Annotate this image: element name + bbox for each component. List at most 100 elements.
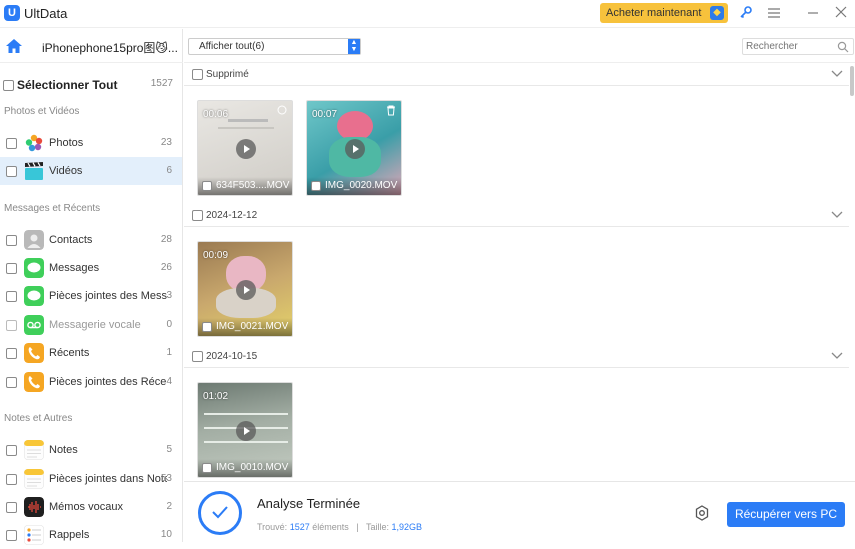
video-caption: IMG_0010.MOV [198, 459, 292, 477]
recents-checkbox[interactable] [6, 348, 17, 359]
sidebar-item-notes-attachments[interactable]: Pièces jointes dans Notes 53 [0, 465, 182, 493]
recover-to-pc-button[interactable]: Récupérer vers PC [727, 502, 845, 527]
thumbnail-content [204, 441, 288, 443]
recents-icon [24, 343, 44, 363]
size-label: Taille: [365, 522, 389, 532]
voicemail-icon [24, 315, 44, 335]
thumbnail-content [218, 127, 274, 129]
contacts-checkbox[interactable] [6, 235, 17, 246]
notes-attachments-checkbox[interactable] [6, 474, 17, 485]
thumbnail-content [204, 413, 288, 415]
sidebar-item-count: 23 [160, 137, 172, 148]
voicemail-checkbox[interactable] [6, 320, 17, 331]
sidebar-item-voicemail[interactable]: Messagerie vocale 0 [0, 311, 182, 339]
notes-checkbox[interactable] [6, 445, 17, 456]
group-checkbox[interactable] [192, 210, 203, 221]
recents-attachments-checkbox[interactable] [6, 377, 17, 388]
video-checkbox[interactable] [202, 322, 212, 332]
found-unit: éléments [312, 522, 349, 532]
chevron-down-icon[interactable] [831, 208, 843, 220]
sidebar-item-recents[interactable]: Récents 1 [0, 339, 182, 367]
sidebar-item-label: Photos [49, 137, 84, 149]
video-duration: 00:09 [203, 250, 229, 261]
minimize-icon[interactable] [804, 5, 822, 23]
message-attachments-checkbox[interactable] [6, 291, 17, 302]
select-all-row[interactable]: Sélectionner Tout 1527 [0, 77, 183, 95]
video-thumbnail[interactable]: 00:09 IMG_0021.MOV [197, 241, 293, 337]
reminders-checkbox[interactable] [6, 530, 17, 541]
sidebar-item-count: 2 [166, 501, 172, 512]
sidebar-item-label: Pièces jointes dans Notes [49, 473, 167, 485]
device-name[interactable]: iPhonephone15pro图😼... [42, 39, 180, 56]
chevron-down-icon[interactable] [831, 349, 843, 361]
voice-memos-icon [24, 497, 44, 517]
sidebar-item-photos[interactable]: Photos 23 [0, 129, 182, 157]
deleted-badge-icon [277, 105, 287, 115]
buy-now-label: Acheter maintenant [606, 7, 702, 19]
video-duration: 00:06 [203, 109, 229, 120]
search-box[interactable] [742, 38, 854, 55]
sidebar-item-count: 1 [166, 347, 172, 358]
sidebar-item-message-attachments[interactable]: Pièces jointes des Messages 3 [0, 282, 182, 310]
chevron-down-icon[interactable] [831, 67, 843, 79]
video-thumbnail[interactable]: 00:07 IMG_0020.MOV [306, 100, 402, 196]
messages-checkbox[interactable] [6, 263, 17, 274]
sidebar-item-reminders[interactable]: Rappels 10 [0, 521, 182, 549]
sidebar-item-count: 3 [166, 290, 172, 301]
home-icon[interactable] [5, 38, 23, 54]
sidebar-item-label: Notes [49, 444, 78, 456]
notes-icon [24, 440, 44, 460]
device-bar: iPhonephone15pro图😼... [0, 29, 183, 63]
video-thumbnail[interactable]: 01:02 IMG_0010.MOV [197, 382, 293, 478]
content-scrollbar[interactable] [850, 66, 854, 96]
section-photos-videos: Photos et Vidéos [4, 106, 80, 117]
filter-value: Afficher tout(6) [199, 41, 265, 52]
play-icon[interactable] [236, 139, 256, 159]
video-thumbnail[interactable]: 00:06 634F503....MOV [197, 100, 293, 196]
photos-checkbox[interactable] [6, 138, 17, 149]
group-checkbox[interactable] [192, 351, 203, 362]
video-filename: IMG_0020.MOV [325, 180, 398, 191]
filter-dropdown[interactable]: Afficher tout(6) ▲ ▼ [188, 38, 361, 55]
sidebar-item-label: Contacts [49, 234, 93, 246]
group-header-2024-10-15: 2024-10-15 [184, 346, 849, 368]
sidebar-item-notes[interactable]: Notes 5 [0, 436, 182, 464]
sidebar-item-videos[interactable]: Vidéos 6 [0, 157, 182, 185]
sidebar-item-recents-attachments[interactable]: Pièces jointes des Récents 4 [0, 368, 182, 396]
select-all-checkbox[interactable] [3, 80, 14, 91]
video-checkbox[interactable] [202, 463, 212, 473]
app-title: UltData [24, 6, 68, 21]
photos-icon [25, 134, 43, 152]
sidebar-item-label: Messagerie vocale [49, 319, 141, 331]
section-messages-recents: Messages et Récents [4, 203, 101, 214]
group-header-2024-12-12: 2024-12-12 [184, 205, 849, 227]
video-duration: 01:02 [203, 391, 229, 402]
group-checkbox[interactable] [192, 69, 203, 80]
sidebar-item-count: 53 [160, 473, 172, 484]
play-icon[interactable] [345, 139, 365, 159]
sidebar-item-contacts[interactable]: Contacts 28 [0, 226, 182, 254]
close-icon[interactable] [832, 5, 850, 23]
sidebar-item-count: 6 [166, 165, 172, 176]
sidebar-item-messages[interactable]: Messages 26 [0, 254, 182, 282]
section-notes-others: Notes et Autres [4, 413, 73, 424]
gear-icon[interactable] [694, 505, 710, 521]
sidebar-item-label: Vidéos [49, 165, 83, 177]
play-icon[interactable] [236, 421, 256, 441]
video-checkbox[interactable] [202, 181, 212, 191]
search-icon[interactable] [837, 41, 849, 53]
voice-memos-checkbox[interactable] [6, 502, 17, 513]
buy-now-button[interactable]: Acheter maintenant ◆ [600, 3, 728, 23]
size-value: 1,92GB [391, 522, 423, 532]
sidebar-item-count: 5 [166, 444, 172, 455]
video-checkbox[interactable] [311, 181, 321, 191]
title-bar: U UltData Acheter maintenant ◆ [0, 0, 855, 28]
status-title: Analyse Terminée [257, 496, 361, 511]
menu-icon[interactable] [765, 5, 783, 23]
status-info: Trouvé: 1527 éléments | Taille: 1,92GB [257, 522, 423, 532]
sidebar-item-voice-memos[interactable]: Mémos vocaux 2 [0, 493, 182, 521]
search-input[interactable] [746, 40, 834, 53]
play-icon[interactable] [236, 280, 256, 300]
videos-checkbox[interactable] [6, 166, 17, 177]
key-icon[interactable] [737, 5, 755, 23]
